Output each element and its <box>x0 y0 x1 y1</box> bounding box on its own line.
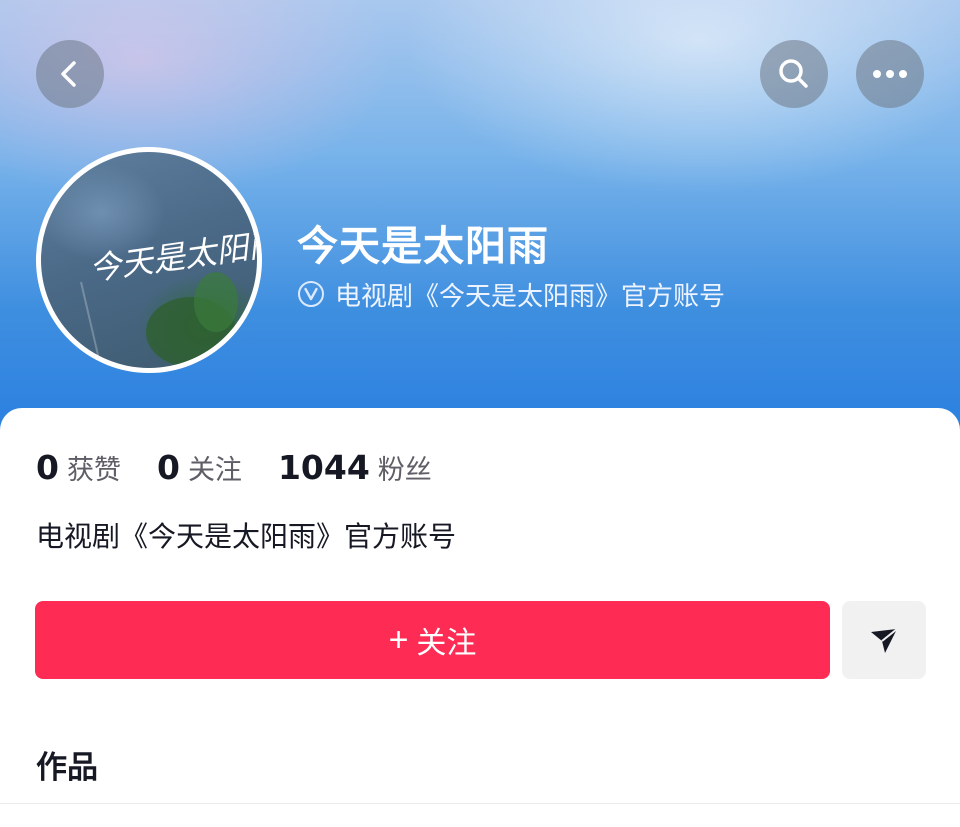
follow-button[interactable]: + 关注 <box>35 601 830 679</box>
stats-row: 0 获赞 0 关注 1044 粉丝 <box>36 448 468 487</box>
stat-likes-label: 获赞 <box>66 455 121 486</box>
profile-name: 今天是太阳雨 <box>297 222 549 270</box>
stat-following-label: 关注 <box>187 455 242 486</box>
profile-card: 0 获赞 0 关注 1044 粉丝 电视剧《今天是太阳雨》官方账号 + 关注 作… <box>0 408 960 827</box>
chevron-left-icon <box>61 61 76 87</box>
verification-row: 电视剧《今天是太阳雨》官方账号 <box>297 276 725 312</box>
verified-v-icon <box>298 281 324 307</box>
follow-button-label: 关注 <box>416 627 477 660</box>
profile-bio: 电视剧《今天是太阳雨》官方账号 <box>36 520 457 553</box>
stat-followers-label: 粉丝 <box>377 455 432 486</box>
stat-followers[interactable]: 1044 粉丝 <box>278 448 432 487</box>
stat-likes-value: 0 <box>36 448 59 487</box>
avatar-title-text: 今天是太阳雨 <box>87 223 257 288</box>
avatar-artwork: 今天是太阳雨 <box>80 223 257 368</box>
stat-following[interactable]: 0 关注 <box>157 448 242 487</box>
more-button[interactable] <box>856 40 924 108</box>
tab-divider <box>0 803 960 804</box>
paper-plane-icon <box>871 628 898 653</box>
search-icon <box>779 59 808 88</box>
stat-followers-value: 1044 <box>277 448 370 487</box>
stat-likes[interactable]: 0 获赞 <box>36 448 121 487</box>
tab-works[interactable]: 作品 <box>36 742 98 787</box>
back-button[interactable] <box>36 40 104 108</box>
verification-text: 电视剧《今天是太阳雨》官方账号 <box>335 281 726 312</box>
plus-icon: + <box>388 621 409 659</box>
share-button[interactable] <box>842 601 926 679</box>
avatar[interactable]: 今天是太阳雨 <box>36 147 262 373</box>
search-button[interactable] <box>760 40 828 108</box>
more-dots-icon <box>873 70 907 78</box>
stat-following-value: 0 <box>156 448 180 487</box>
